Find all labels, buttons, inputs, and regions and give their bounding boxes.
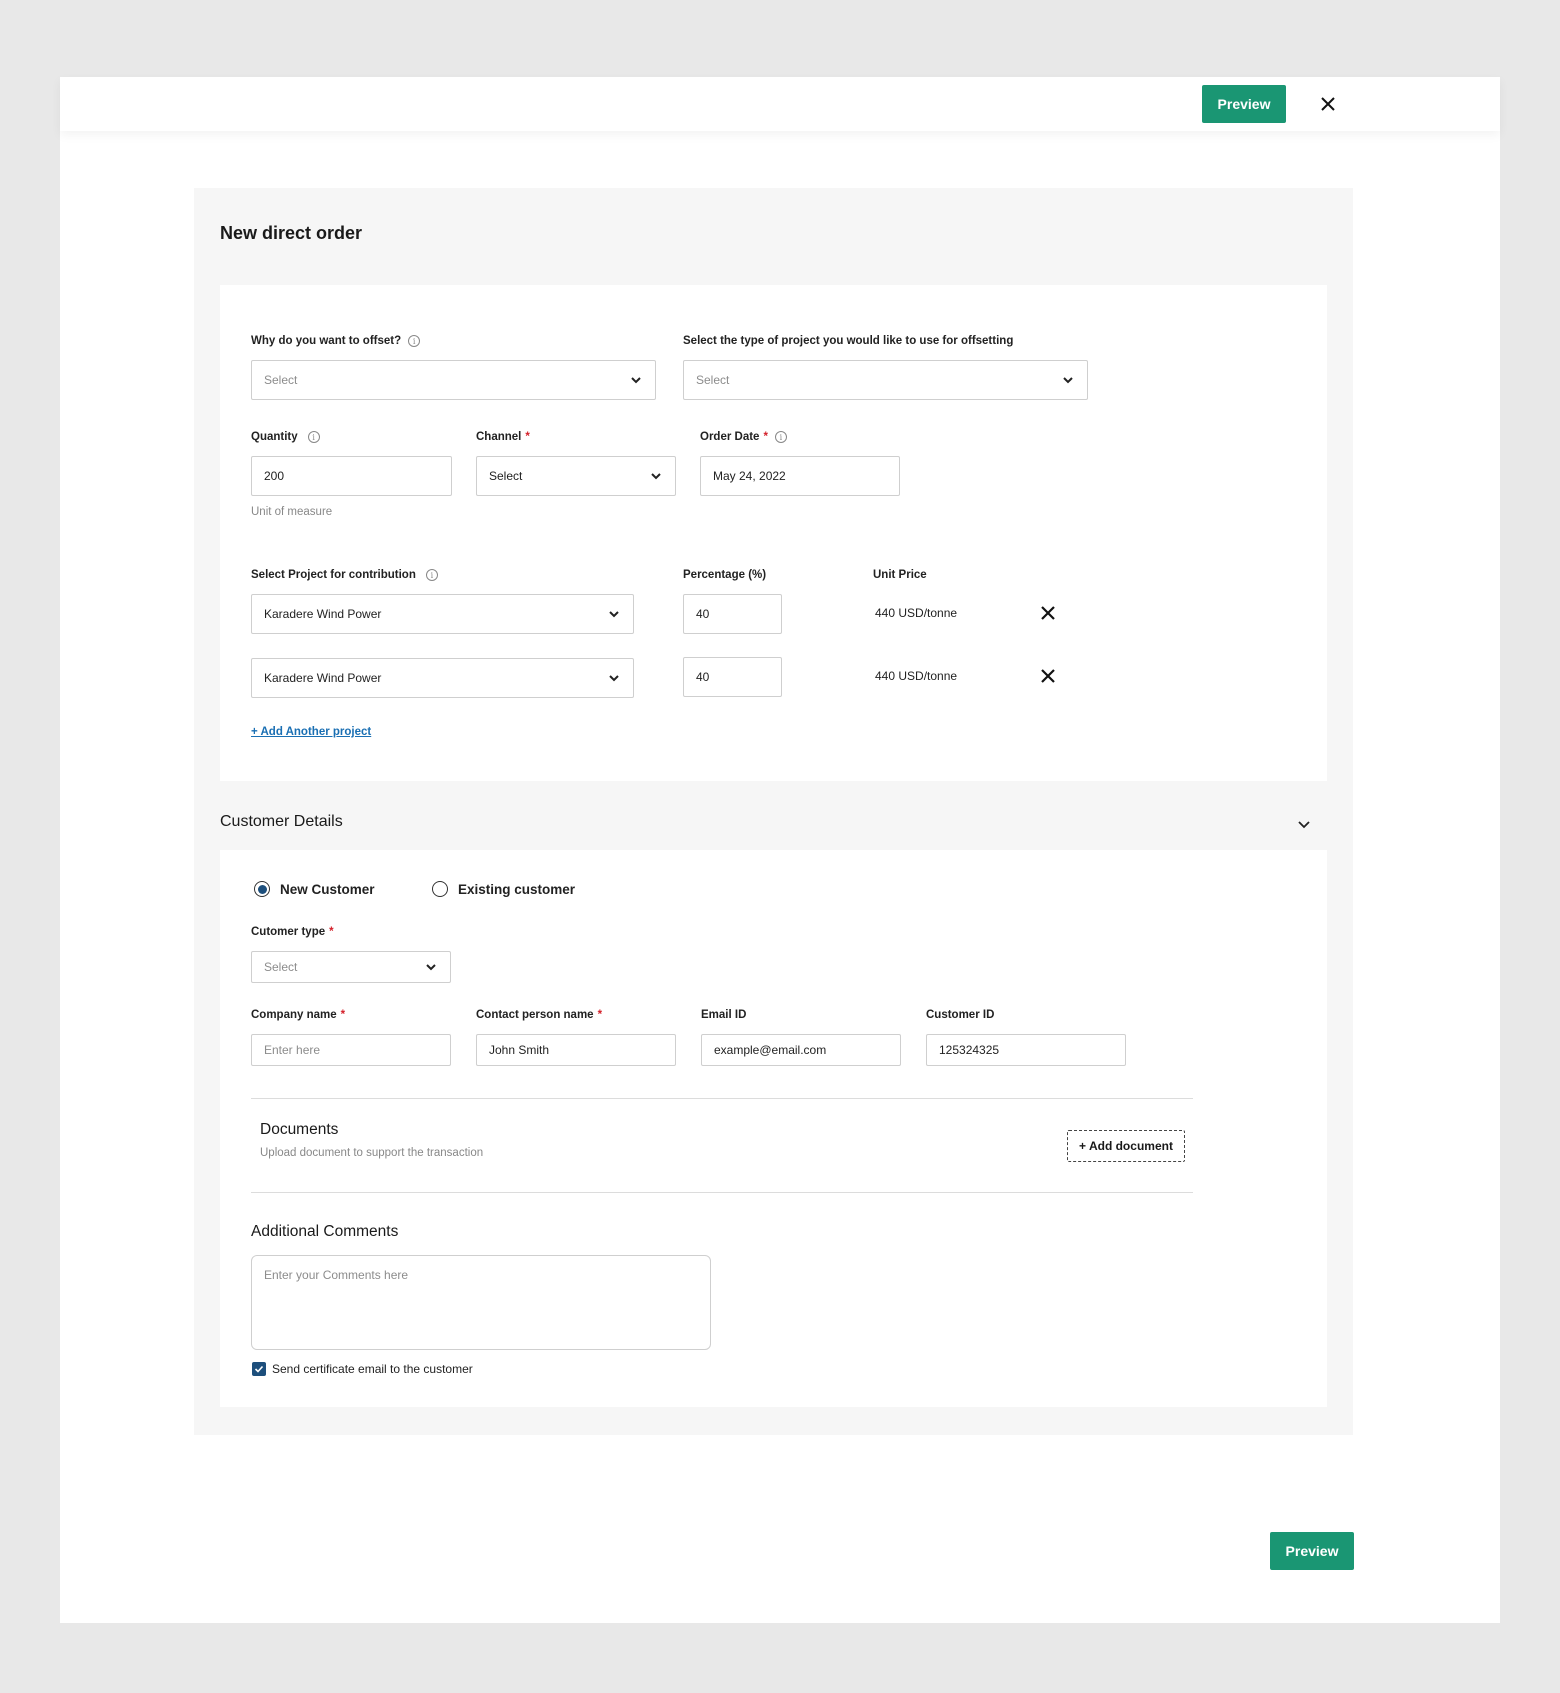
radio-new-customer-label: New Customer (280, 881, 375, 897)
required-marker: * (525, 431, 530, 443)
percentage-input[interactable]: 40 (683, 594, 782, 634)
channel-label-text: Channel (476, 431, 522, 443)
unit-price-value: 440 USD/tonne (875, 669, 958, 683)
quantity-helper: Unit of measure (251, 506, 333, 518)
email-input[interactable]: example@email.com (701, 1034, 901, 1066)
contribution-project-select[interactable]: Karadere Wind Power (251, 594, 634, 634)
offset-reason-select[interactable]: Select (251, 360, 656, 400)
info-icon[interactable]: i (307, 431, 320, 443)
contact-person-value: John Smith (489, 1043, 550, 1057)
company-name-label-text: Company name (251, 1009, 337, 1021)
quantity-value: 200 (264, 469, 285, 483)
company-name-placeholder: Enter here (264, 1043, 321, 1057)
remove-project-icon[interactable] (1040, 605, 1056, 621)
customer-id-input[interactable]: 125324325 (926, 1034, 1126, 1066)
offset-reason-label: Why do you want to offset? i (251, 335, 421, 347)
percentage-value: 40 (696, 607, 710, 621)
percentage-input[interactable]: 40 (683, 657, 782, 697)
documents-subtitle: Upload document to support the transacti… (260, 1147, 484, 1159)
percentage-label: Percentage (%) (683, 569, 767, 581)
quantity-input[interactable]: 200 (251, 456, 452, 496)
order-date-input[interactable]: May 24, 2022 (700, 456, 900, 496)
required-marker: * (340, 1009, 346, 1021)
unit-price-label: Unit Price (873, 569, 927, 581)
customer-type-label: Cutomer type * (251, 926, 334, 938)
contribution-project-label: Select Project for contribution i (251, 569, 438, 581)
customer-id-label: Customer ID (926, 1009, 995, 1021)
comments-placeholder: Enter your Comments here (264, 1268, 409, 1282)
offset-reason-placeholder: Select (264, 373, 298, 387)
contact-person-input[interactable]: John Smith (476, 1034, 676, 1066)
project-type-select[interactable]: Select (683, 360, 1088, 400)
chevron-down-icon (651, 473, 661, 480)
channel-label: Channel * (476, 431, 530, 443)
email-label: Email ID (701, 1009, 747, 1021)
close-icon[interactable] (1315, 90, 1341, 118)
add-another-project-link[interactable]: + Add Another project (251, 726, 371, 738)
required-marker: * (329, 926, 334, 938)
project-type-label: Select the type of project you would lik… (683, 335, 1014, 347)
checkbox-checked-icon (252, 1362, 266, 1376)
radio-selected-icon (254, 881, 270, 897)
required-marker: * (763, 431, 768, 443)
preview-button-top[interactable]: Preview (1202, 85, 1286, 123)
add-document-button[interactable]: + Add document (1067, 1130, 1185, 1162)
contribution-project-label-text: Select Project for contribution (251, 569, 416, 581)
offset-reason-label-text: Why do you want to offset? (251, 335, 402, 347)
additional-comments-title: Additional Comments (251, 1223, 399, 1240)
customer-type-placeholder: Select (264, 960, 298, 974)
customer-details-title: Customer Details (220, 813, 343, 830)
company-name-label: Company name * (251, 1009, 345, 1021)
contact-person-label-text: Contact person name (476, 1009, 594, 1021)
customer-type-select[interactable]: Select (251, 951, 451, 983)
contribution-project-value: Karadere Wind Power (264, 671, 382, 685)
radio-existing-customer-label: Existing customer (458, 881, 576, 897)
info-icon[interactable]: i (774, 431, 787, 443)
contribution-project-value: Karadere Wind Power (264, 607, 382, 621)
documents-title: Documents (260, 1121, 339, 1138)
channel-select[interactable]: Select (476, 456, 676, 496)
divider (251, 1192, 1193, 1193)
chevron-down-icon (426, 964, 436, 971)
divider (251, 1098, 1193, 1099)
customer-type-label-text: Cutomer type (251, 926, 326, 938)
unit-price-value: 440 USD/tonne (875, 606, 958, 620)
comments-textarea[interactable]: Enter your Comments here (251, 1255, 711, 1350)
remove-project-icon[interactable] (1040, 668, 1056, 684)
required-marker: * (597, 1009, 603, 1021)
radio-existing-customer[interactable]: Existing customer (432, 881, 575, 897)
quantity-label: Quantity i (251, 431, 320, 443)
contribution-project-select[interactable]: Karadere Wind Power (251, 658, 634, 698)
channel-value: Select (489, 469, 523, 483)
page-title: New direct order (220, 223, 363, 243)
customer-id-value: 125324325 (939, 1043, 1000, 1057)
percentage-value: 40 (696, 670, 710, 684)
send-certificate-label: Send certificate email to the customer (272, 1362, 473, 1376)
order-date-label-text: Order Date (700, 431, 760, 443)
chevron-down-icon (1063, 377, 1073, 384)
order-date-label: Order Date * i (700, 431, 787, 443)
order-date-value: May 24, 2022 (713, 469, 786, 483)
preview-button-bottom[interactable]: Preview (1270, 1532, 1354, 1570)
chevron-down-icon (631, 377, 641, 384)
project-type-placeholder: Select (696, 373, 730, 387)
radio-new-customer[interactable]: New Customer (254, 881, 375, 897)
radio-unselected-icon (432, 881, 448, 897)
info-icon[interactable]: i (425, 569, 438, 581)
send-certificate-checkbox[interactable]: Send certificate email to the customer (252, 1362, 473, 1376)
chevron-down-icon (609, 675, 619, 682)
email-value: example@email.com (714, 1043, 827, 1057)
contact-person-label: Contact person name * (476, 1009, 602, 1021)
chevron-down-icon (609, 611, 619, 618)
quantity-label-text: Quantity (251, 431, 298, 443)
company-name-input[interactable]: Enter here (251, 1034, 451, 1066)
chevron-down-icon[interactable] (1296, 816, 1312, 832)
info-icon[interactable]: i (408, 335, 421, 347)
